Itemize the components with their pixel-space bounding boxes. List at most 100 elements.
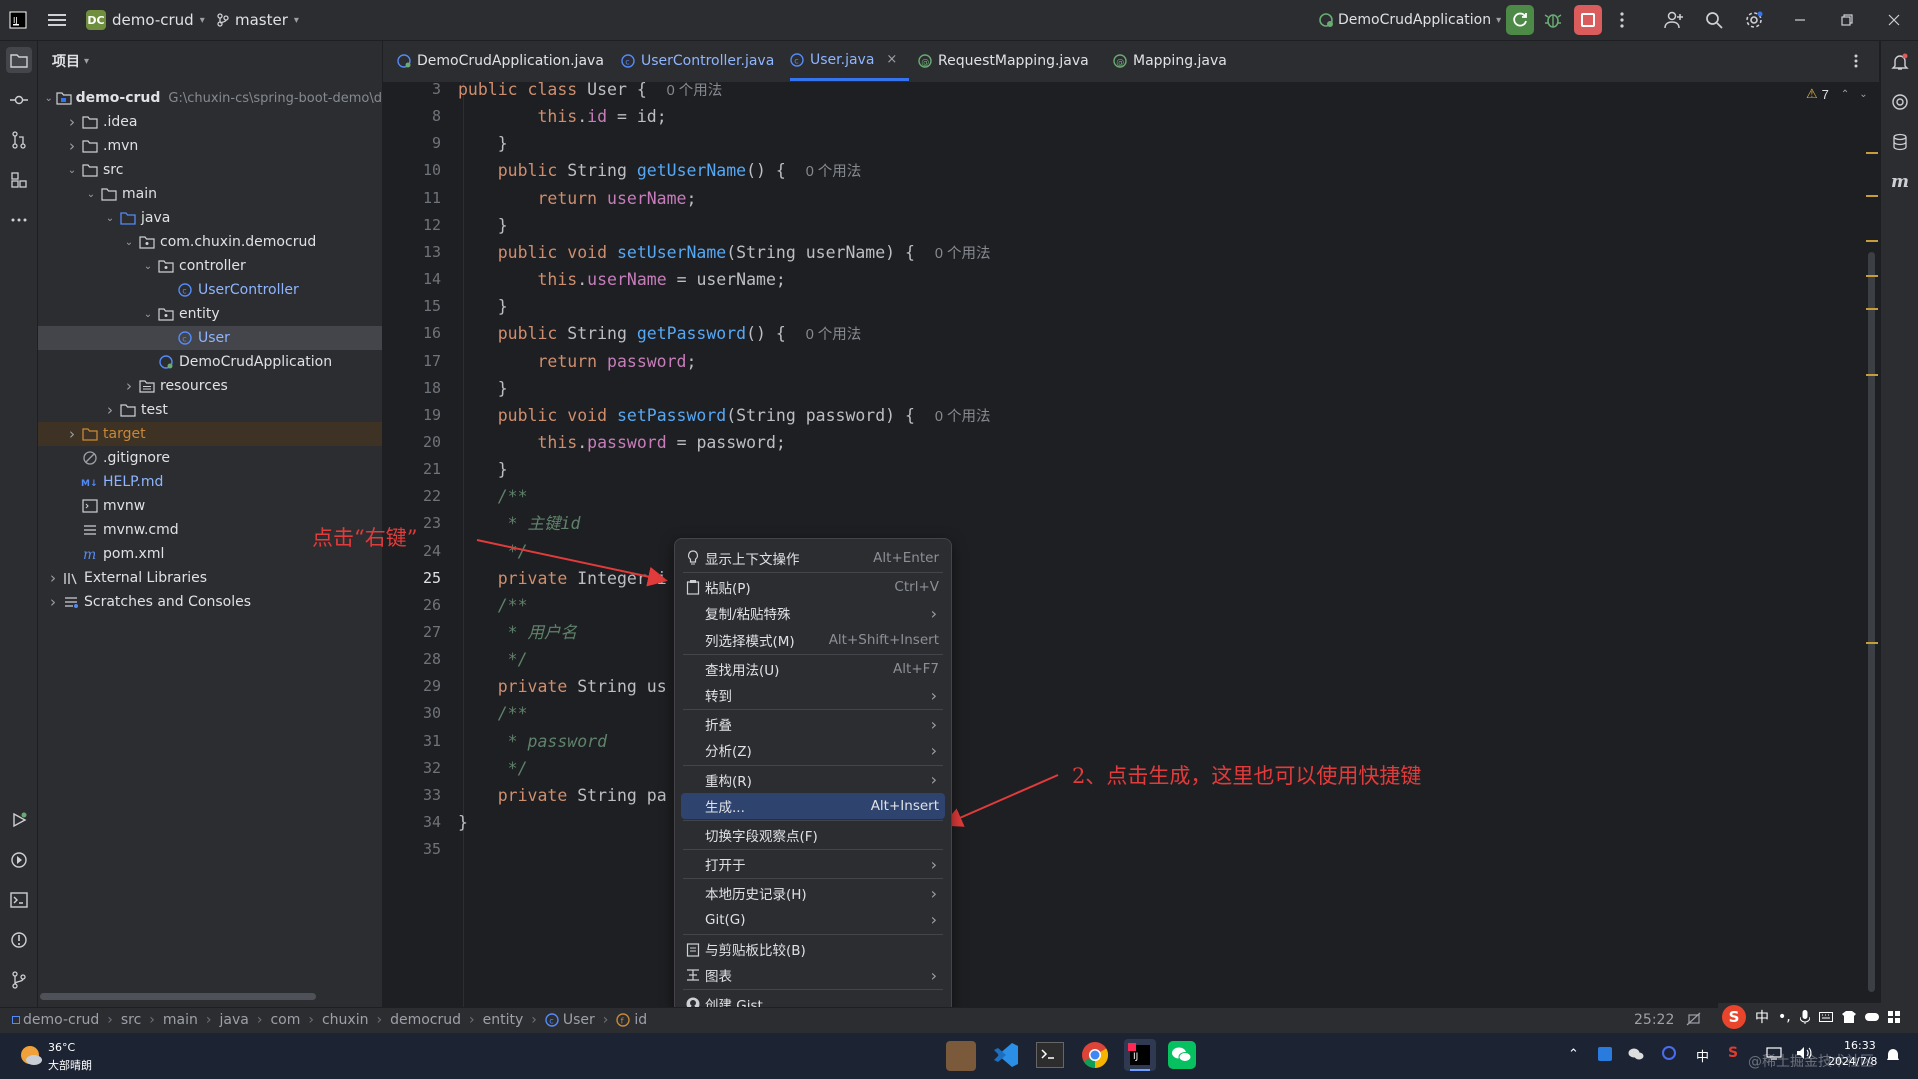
- menu-item-3[interactable]: 复制/粘贴特殊 ›: [681, 600, 945, 626]
- menu-item-label: Git(G): [705, 911, 746, 928]
- menu-item-label: 图表: [705, 969, 732, 985]
- chrome-icon[interactable]: [1081, 1041, 1109, 1069]
- compare-icon: [685, 941, 701, 957]
- svg-text:c: c: [549, 1017, 553, 1026]
- gamepad-icon: [1864, 1012, 1879, 1022]
- punctuation-icon: •,: [1778, 1009, 1791, 1025]
- tray-expand-icon[interactable]: ⌃: [1568, 1047, 1579, 1062]
- menu-item-label: 转到: [705, 689, 732, 705]
- chevron-right-icon: ›: [930, 685, 937, 705]
- menu-item-label: 列选择模式(M): [705, 633, 795, 650]
- arrow-to-generate: [942, 774, 1059, 827]
- weather-sun-icon[interactable]: [18, 1043, 42, 1067]
- chevron-right-icon: ›: [930, 714, 937, 734]
- chevron-right-icon: ›: [930, 603, 937, 623]
- svg-text:IJ: IJ: [1133, 1052, 1138, 1062]
- menu-item-shortcut: Alt+Insert: [870, 797, 939, 814]
- breadcrumb-separator: ›: [107, 1012, 113, 1028]
- menu-item-22[interactable]: 与剪贴板比较(B): [681, 936, 945, 962]
- menu-item-19[interactable]: 本地历史记录(H) ›: [681, 880, 945, 906]
- menu-item-0[interactable]: 显示上下文操作 Alt+Enter: [681, 545, 945, 571]
- menu-separator: [683, 820, 943, 821]
- menu-item-label: 折叠: [705, 718, 732, 735]
- vscode-icon[interactable]: [992, 1041, 1020, 1069]
- breadcrumb-item[interactable]: java: [220, 1012, 249, 1028]
- class-icon: c: [545, 1013, 559, 1027]
- menu-item-9[interactable]: 折叠 ›: [681, 711, 945, 737]
- menu-item-label: 切换字段观察点(F): [705, 829, 818, 845]
- chevron-right-icon: ›: [930, 854, 937, 874]
- menu-separator: [683, 933, 943, 935]
- wechat-icon[interactable]: [1168, 1041, 1196, 1069]
- menu-item-13[interactable]: 生成... Alt+Insert: [681, 792, 945, 819]
- watermark: @稀土掘金技术社区: [1748, 1054, 1874, 1070]
- menu-item-label: 生成...: [705, 799, 745, 816]
- breadcrumb-separator: ›: [469, 1012, 475, 1028]
- windows-taskbar: 36°C 大部晴朗 IJ ⌃ 中 S 16:33 2024/7/8 @稀土掘金技…: [0, 1033, 1918, 1079]
- menu-item-20[interactable]: Git(G) ›: [681, 907, 945, 933]
- menu-item-label: 查找用法(U): [705, 662, 780, 679]
- menu-item-label: 分析(Z): [705, 744, 752, 761]
- menu-separator: [683, 764, 943, 766]
- menu-item-6[interactable]: 查找用法(U) Alt+F7: [681, 656, 945, 682]
- sogou-ime-icon[interactable]: S: [1728, 1045, 1738, 1061]
- menu-item-15[interactable]: 切换字段观察点(F): [681, 822, 945, 848]
- bulb-icon: [685, 550, 701, 566]
- tray-app-icon[interactable]: [1662, 1046, 1676, 1060]
- read-only-toggle-icon[interactable]: [1686, 1012, 1702, 1026]
- menu-separator: [683, 849, 943, 851]
- menu-item-2[interactable]: 粘贴(P) Ctrl+V: [681, 574, 945, 600]
- menu-separator: [683, 989, 943, 991]
- menu-item-label: 粘贴(P): [705, 581, 751, 598]
- menu-separator: [683, 653, 943, 655]
- breadcrumb-item[interactable]: entity: [483, 1012, 524, 1028]
- diagram-icon: [685, 967, 701, 983]
- terminal-app-icon[interactable]: [1036, 1042, 1064, 1068]
- skin-icon: [1841, 1011, 1856, 1023]
- ime-mode-label: 中: [1755, 1010, 1769, 1026]
- notification-center-icon[interactable]: [1886, 1047, 1900, 1063]
- menu-item-7[interactable]: 转到 ›: [681, 682, 945, 708]
- intellij-taskbar-icon[interactable]: IJ: [1124, 1039, 1156, 1071]
- menu-item-17[interactable]: 打开于 ›: [681, 851, 945, 877]
- breadcrumb-item[interactable]: src: [121, 1012, 141, 1028]
- menu-separator: [683, 572, 943, 574]
- chevron-right-icon: ›: [930, 883, 937, 903]
- breadcrumb-item[interactable]: User: [563, 1012, 595, 1028]
- chevron-right-icon: ›: [930, 740, 937, 760]
- weather-temperature: 36°C: [48, 1041, 76, 1054]
- paste-icon: [685, 579, 701, 595]
- annotation-arrows: [476, 539, 1059, 827]
- menu-item-4[interactable]: 列选择模式(M) Alt+Shift+Insert: [681, 627, 945, 653]
- menu-item-12[interactable]: 重构(R) ›: [681, 767, 945, 793]
- menu-item-10[interactable]: 分析(Z) ›: [681, 737, 945, 763]
- breadcrumb-separator: ›: [531, 1012, 537, 1028]
- weather-description: 大部晴朗: [48, 1059, 92, 1072]
- menu-item-label: 本地历史记录(H): [705, 887, 807, 904]
- field-icon: f: [616, 1013, 631, 1027]
- caret-position[interactable]: 25:22: [1634, 1012, 1674, 1028]
- menu-item-label: 重构(R): [705, 773, 752, 790]
- tray-bluetooth-icon[interactable]: [1598, 1047, 1612, 1061]
- menu-separator: [683, 878, 943, 880]
- tray-wechat-icon[interactable]: [1628, 1047, 1644, 1061]
- breadcrumb-item[interactable]: chuxin: [322, 1012, 369, 1028]
- breadcrumb-separator: ›: [308, 1012, 314, 1028]
- ime-toolbar[interactable]: S 中 •,: [1718, 1003, 1918, 1031]
- ime-indicator[interactable]: 中: [1696, 1046, 1709, 1065]
- arrow-to-field: [476, 539, 668, 587]
- microphone-icon: [1799, 1010, 1810, 1024]
- breadcrumb-item[interactable]: democrud: [390, 1012, 461, 1028]
- breadcrumb-item[interactable]: demo-crud: [23, 1012, 99, 1028]
- menu-item-shortcut: Alt+Shift+Insert: [828, 631, 939, 648]
- menu-item-shortcut: Alt+Enter: [873, 550, 939, 566]
- grid-menu-icon: [1887, 1011, 1900, 1023]
- menu-item-23[interactable]: 图表 ›: [681, 962, 945, 988]
- breadcrumb-item[interactable]: com: [270, 1012, 300, 1028]
- breadcrumb-item[interactable]: main: [163, 1012, 198, 1028]
- menu-separator: [683, 709, 943, 711]
- breadcrumb-item[interactable]: id: [634, 1012, 647, 1028]
- menu-item-label: 打开于: [705, 858, 746, 875]
- menu-item-shortcut: Alt+F7: [893, 660, 939, 677]
- taskbar-app-icon[interactable]: [946, 1041, 976, 1071]
